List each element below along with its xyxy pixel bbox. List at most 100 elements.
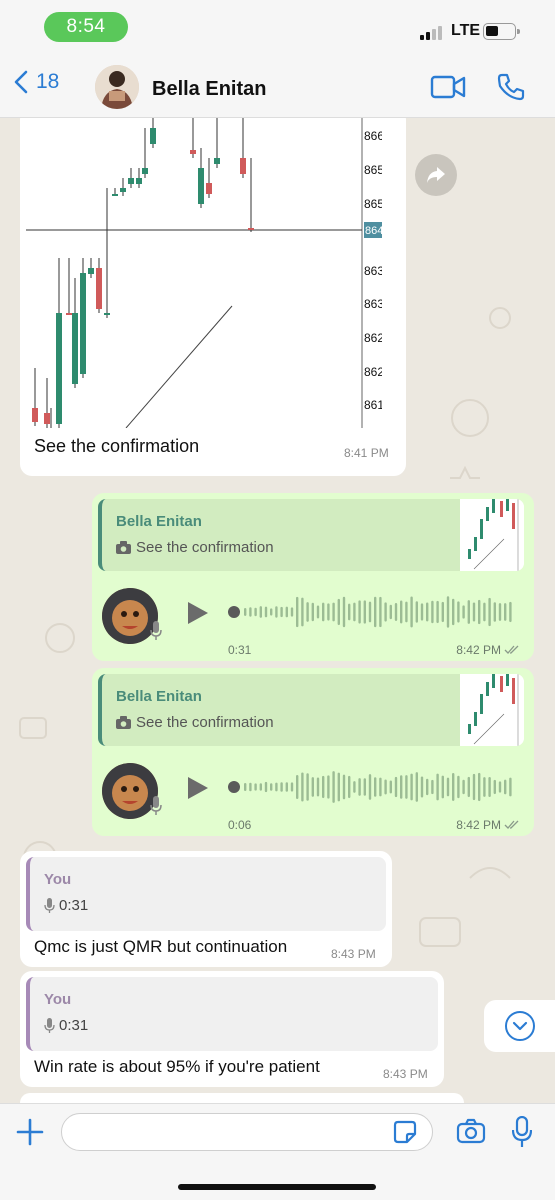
camera-button[interactable] [456,1118,486,1149]
waveform-bar [389,604,392,620]
message-text: Win rate is about 95% if you're patient [34,1057,320,1076]
message-input[interactable] [61,1113,433,1151]
waveform-bar [353,602,356,622]
reply-message[interactable]: You 0:31 Win rate is about 95% if you're… [20,971,444,1087]
candle-body [240,158,246,174]
price-label: 8633.0 [364,297,382,311]
quoted-message[interactable]: You 0:31 [26,857,386,931]
audio-waveform[interactable] [228,769,514,805]
waveform-bar [244,608,247,616]
waveform-bar [441,775,444,799]
voice-message[interactable]: Bella Enitan See the confirmation 0:06 8… [92,668,534,836]
scroll-down-button[interactable] [484,1000,555,1052]
voice-message[interactable]: Bella Enitan See the confirmation 0:31 8… [92,493,534,661]
double-check-icon [504,645,519,654]
candle-body [190,150,196,154]
waveform-bar [431,779,434,795]
voice-record-button[interactable] [511,1115,533,1153]
image-message[interactable]: 8646 8663.0 8657.0 8651.0 8639.0 8633.0 … [20,118,406,476]
chat-area[interactable]: 8646 8663.0 8657.0 8651.0 8639.0 8633.0 … [0,118,555,1103]
video-icon [430,75,466,99]
waveform-bar [452,598,455,626]
quoted-message[interactable]: Bella Enitan See the confirmation [98,674,524,746]
video-call-button[interactable] [430,74,466,105]
waveform-bar [296,596,299,628]
waveform-bar [285,782,288,792]
status-time[interactable]: 8:54 [44,12,128,42]
audio-waveform[interactable] [228,594,514,630]
waveform-bar [509,601,512,623]
quote-text: See the confirmation [136,714,274,731]
candle-body [104,313,110,315]
waveform-bar [316,777,320,797]
waveform-bar [426,602,429,622]
thumbnail-candle [480,519,483,539]
candle-body [198,168,204,204]
sticker-button[interactable] [393,1120,417,1149]
waveform-bar [452,773,455,801]
thumbnail-candle [506,499,509,511]
waveform-bar [467,600,470,624]
waveform-bar [368,601,372,623]
waveform-bar [478,599,481,625]
waveform-bar [436,600,439,624]
quote-text: See the confirmation [136,539,274,556]
waveform-bar [249,607,252,617]
waveform-bar [280,606,283,618]
battery-icon [483,23,520,40]
mic-icon [511,1115,533,1147]
thumbnail-candle [492,674,495,688]
waveform-bar [462,779,465,795]
attach-button[interactable] [16,1118,44,1151]
quote-voice-duration: 0:31 [59,897,89,914]
next-message[interactable] [20,1093,464,1103]
price-label: 8639.0 [364,264,382,278]
quoted-message[interactable]: You 0:31 [26,977,438,1051]
avatar[interactable] [95,65,139,109]
quoted-message[interactable]: Bella Enitan See the confirmation [98,499,524,571]
waveform-bar [342,774,346,800]
reply-message[interactable]: You 0:31 Qmc is just QMR but continuatio… [20,851,392,967]
play-icon[interactable] [186,600,210,626]
waveform-bar [400,775,403,799]
voice-call-button[interactable] [496,72,526,107]
plus-icon [16,1118,44,1146]
back-button[interactable]: 18 [14,70,59,94]
waveform-bar [400,600,403,624]
waveform-bar [457,601,460,623]
candle-body [142,168,148,174]
waveform-bar [270,608,273,616]
waveform-bar [327,603,330,621]
voice-duration: 0:31 [228,643,252,657]
thumbnail-candle [492,499,495,513]
waveform-bar [431,600,434,624]
waveform-bar [493,779,496,795]
waveform-bar [254,607,257,617]
home-indicator [178,1184,376,1190]
thumbnail-candle [468,549,471,559]
quote-thumbnail [460,499,524,571]
forward-button[interactable] [415,154,457,196]
message-time-row: 8:42 PM [456,818,520,832]
waveform-bar [322,775,325,799]
chart-image[interactable]: 8646 8663.0 8657.0 8651.0 8639.0 8633.0 … [26,118,382,428]
contact-name[interactable]: Bella Enitan [152,78,266,101]
waveform-bar [446,596,450,628]
waveform-bar [374,777,377,797]
message-time: 8:42 PM [456,643,501,657]
waveform-bar [348,603,351,621]
candle-body [96,268,102,309]
candle-body [88,268,94,274]
candle-body [32,408,38,422]
candle-body [44,413,50,424]
waveform-bar [270,783,273,791]
camera-icon [116,541,131,554]
play-icon[interactable] [186,775,210,801]
camera-icon [456,1118,486,1144]
waveform-bar [290,607,294,617]
message-time: 8:41 PM [344,446,389,460]
waveform-bar [259,783,262,791]
waveform-bar [280,782,283,792]
waveform-bar [348,775,351,799]
waveform-bar [467,776,470,798]
